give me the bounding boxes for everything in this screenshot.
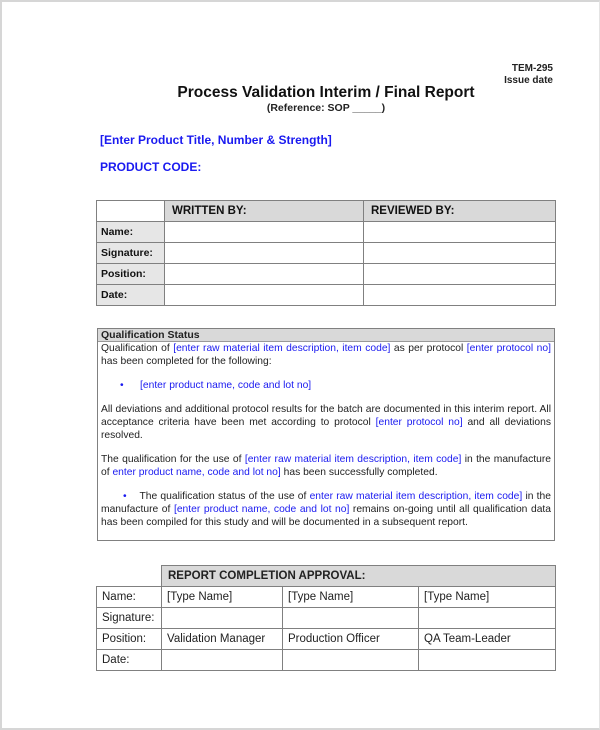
raw-material-placeholder[interactable]: enter raw material item description, ite…: [310, 491, 523, 502]
approver-signature-field-3[interactable]: [418, 607, 556, 629]
reviewed-by-header: REVIEWED BY:: [363, 200, 556, 222]
qualification-paragraph-3: The qualification for the use of [enter …: [98, 453, 554, 479]
document-subtitle: (Reference: SOP _____): [266, 102, 386, 114]
approval-table: REPORT COMPLETION APPROVAL: Name: [Type …: [96, 565, 556, 671]
product-lot-placeholder[interactable]: enter product name, code and lot no]: [112, 467, 280, 478]
row-label: Name:: [96, 221, 165, 243]
row-label: Signature:: [96, 607, 162, 629]
qualification-status-box: Qualification Status Qualification of [e…: [97, 328, 555, 541]
text: as per protocol: [390, 343, 467, 354]
authorship-table: WRITTEN BY: REVIEWED BY: Name: Signature…: [96, 200, 556, 306]
qualification-status-heading: Qualification Status: [98, 329, 554, 342]
table-row: Signature:: [96, 242, 556, 264]
approval-header-row: REPORT COMPLETION APPROVAL:: [96, 565, 556, 587]
text: The qualification status of the use of: [139, 491, 310, 502]
written-by-date-field[interactable]: [164, 284, 364, 306]
approver-date-field-3[interactable]: [418, 649, 556, 671]
table-row: Position:: [96, 263, 556, 285]
header-corner-cell: [96, 565, 162, 587]
row-label: Position:: [96, 263, 165, 285]
approver-name-field-2[interactable]: [Type Name]: [282, 586, 419, 608]
reviewed-by-position-field[interactable]: [363, 263, 556, 285]
protocol-no-placeholder[interactable]: [enter protocol no]: [376, 417, 463, 428]
template-code: TEM-295: [511, 63, 553, 74]
approver-position-2: Production Officer: [282, 628, 419, 650]
raw-material-placeholder[interactable]: [enter raw material item description, it…: [173, 343, 390, 354]
approver-position-3: QA Team-Leader: [418, 628, 556, 650]
report-completion-approval-header: REPORT COMPLETION APPROVAL:: [161, 565, 556, 587]
row-label: Position:: [96, 628, 162, 650]
approver-signature-field-1[interactable]: [161, 607, 283, 629]
product-title-placeholder[interactable]: [Enter Product Title, Number & Strength]: [100, 133, 332, 147]
reviewed-by-date-field[interactable]: [363, 284, 556, 306]
row-label: Name:: [96, 586, 162, 608]
written-by-name-field[interactable]: [164, 221, 364, 243]
product-code-label: PRODUCT CODE:: [100, 160, 202, 174]
text: Qualification of: [101, 343, 174, 354]
row-label: Date:: [96, 649, 162, 671]
bullet-icon: •: [123, 491, 127, 502]
table-row: Date:: [96, 649, 556, 671]
document-title: Process Validation Interim / Final Repor…: [177, 84, 475, 101]
bullet-icon: •: [120, 380, 124, 391]
table-row: Signature:: [96, 607, 556, 629]
written-by-position-field[interactable]: [164, 263, 364, 285]
product-lot-placeholder[interactable]: [enter product name, code and lot no]: [174, 504, 349, 515]
written-by-header: WRITTEN BY:: [164, 200, 364, 222]
approver-date-field-1[interactable]: [161, 649, 283, 671]
table-row: Position: Validation Manager Production …: [96, 628, 556, 650]
header-corner-cell: [96, 200, 165, 222]
product-lot-placeholder[interactable]: [enter product name, code and lot no]: [120, 379, 311, 392]
table-row: Name: [Type Name] [Type Name] [Type Name…: [96, 586, 556, 608]
raw-material-placeholder[interactable]: [enter raw material item description, it…: [245, 454, 461, 465]
approver-name-field-1[interactable]: [Type Name]: [161, 586, 283, 608]
authorship-header-row: WRITTEN BY: REVIEWED BY:: [96, 200, 556, 222]
approver-date-field-2[interactable]: [282, 649, 419, 671]
protocol-no-placeholder[interactable]: [enter protocol no]: [467, 343, 551, 354]
qualification-paragraph-4: • The qualification status of the use of…: [98, 490, 554, 529]
reviewed-by-signature-field[interactable]: [363, 242, 556, 264]
row-label: Signature:: [96, 242, 165, 264]
qualification-paragraph-2: All deviations and additional protocol r…: [98, 403, 554, 442]
row-label: Date:: [96, 284, 165, 306]
approver-position-1: Validation Manager: [161, 628, 283, 650]
text: has been successfully completed.: [280, 467, 438, 478]
approver-signature-field-2[interactable]: [282, 607, 419, 629]
text: The qualification for the use of: [101, 454, 245, 465]
reviewed-by-name-field[interactable]: [363, 221, 556, 243]
qualification-paragraph-1: Qualification of [enter raw material ite…: [98, 342, 554, 368]
written-by-signature-field[interactable]: [164, 242, 364, 264]
table-row: Date:: [96, 284, 556, 306]
table-row: Name:: [96, 221, 556, 243]
text: has been completed for the following:: [101, 356, 272, 367]
approver-name-field-3[interactable]: [Type Name]: [418, 586, 556, 608]
bullet-item: • [enter product name, code and lot no]: [98, 379, 554, 392]
